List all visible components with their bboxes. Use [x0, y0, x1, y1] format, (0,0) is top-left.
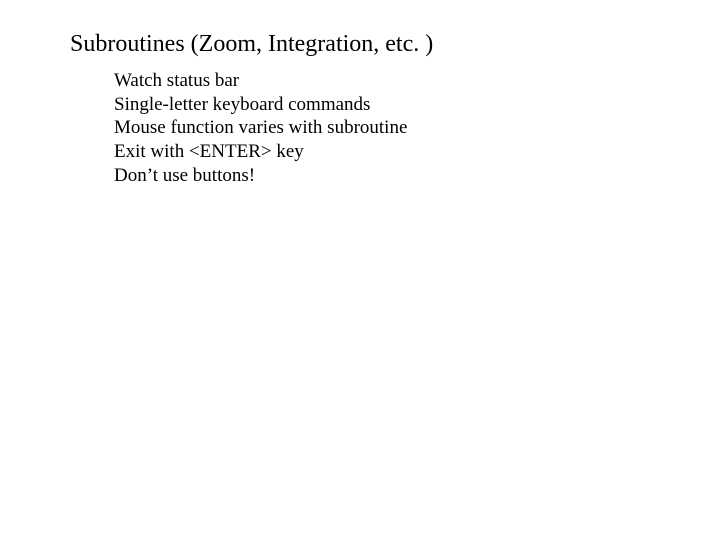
slide-title: Subroutines (Zoom, Integration, etc. ): [70, 30, 680, 59]
body-line-2: Mouse function varies with subroutine: [114, 116, 680, 140]
body-line-4: Don’t use buttons!: [114, 164, 680, 188]
slide-content: Subroutines (Zoom, Integration, etc. ) W…: [70, 30, 680, 188]
body-line-3: Exit with <ENTER> key: [114, 140, 680, 164]
body-line-1: Single-letter keyboard commands: [114, 93, 680, 117]
slide-body: Watch status bar Single-letter keyboard …: [114, 69, 680, 188]
body-line-0: Watch status bar: [114, 69, 680, 93]
